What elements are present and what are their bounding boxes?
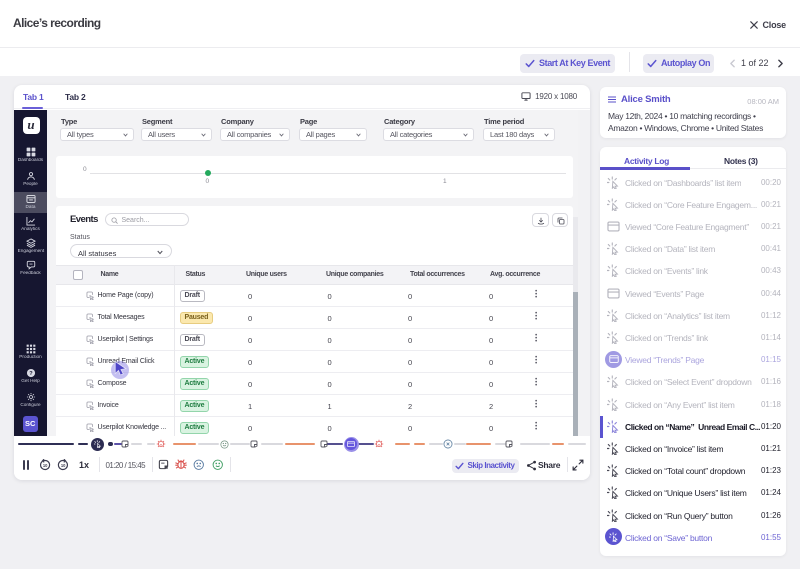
svg-text:?: ? — [29, 371, 33, 377]
svg-text:10: 10 — [60, 462, 65, 467]
svg-text:10: 10 — [42, 462, 47, 467]
